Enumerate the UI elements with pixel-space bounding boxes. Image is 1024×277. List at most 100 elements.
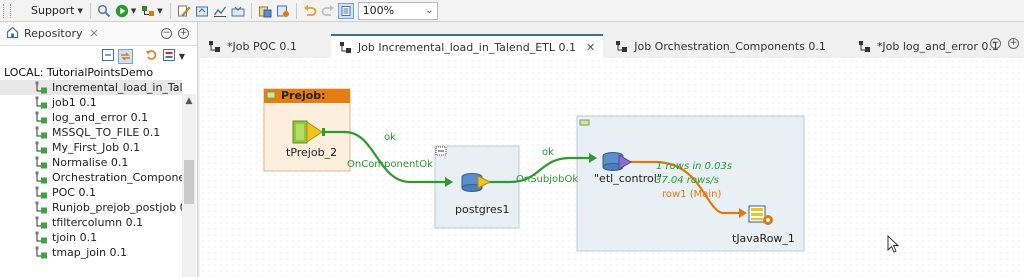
tree-item-label: Runjob_prejob_postjob 0.1 xyxy=(52,201,182,214)
tab-job-log-and-error[interactable]: *Job log_and_error 0.1 xyxy=(850,34,1007,58)
tree-item[interactable]: My_First_Job 0.1 xyxy=(0,140,182,155)
redo-icon[interactable] xyxy=(320,3,336,19)
tree-item-label: tmap_join 0.1 xyxy=(52,246,128,259)
tab-label: Job Incremental_load_in_Talend_ETL 0.1 xyxy=(357,40,576,54)
row-main-label: row1 (Main) xyxy=(662,189,722,200)
editor-tabs: *Job POC 0.1 Job Incremental_load_in_Tal… xyxy=(200,34,1024,58)
tree-item[interactable]: tmap_join 0.1 xyxy=(0,245,182,260)
job-icon xyxy=(339,41,351,53)
job-icon xyxy=(35,96,47,109)
close-icon[interactable]: ✕ xyxy=(90,27,99,40)
job-dropdown-chevron-icon[interactable]: ▼ xyxy=(157,7,162,15)
tree-item-label: job1 0.1 xyxy=(52,96,97,109)
chevron-down-icon: ▼ xyxy=(77,6,83,15)
tree-item[interactable]: Orchestration_Components xyxy=(0,170,182,185)
collapse-subjob-icon[interactable] xyxy=(266,91,276,99)
zoom-select[interactable]: 100% ⌄ xyxy=(357,1,438,20)
edit-icon[interactable] xyxy=(176,3,192,19)
job-icon[interactable] xyxy=(140,3,156,19)
tree-item[interactable]: Normalise 0.1 xyxy=(0,155,182,170)
repository-tree: Incremental_load_in_Talend job1 0.1 log_… xyxy=(0,80,197,260)
tree-item-label: My_First_Job 0.1 xyxy=(52,141,141,154)
toolbar-separator xyxy=(295,2,297,19)
onsubjobok-link-label: OnSubjobOk xyxy=(516,174,579,185)
perspective-switcher[interactable]: Support ▼ xyxy=(31,4,86,17)
tree-scrollbar[interactable]: ▲ xyxy=(182,94,196,277)
chart-icon[interactable] xyxy=(212,3,228,19)
job-icon xyxy=(35,231,47,244)
tree-item[interactable]: Incremental_load_in_Talend xyxy=(0,80,182,95)
job-icon xyxy=(35,186,47,199)
minimize-icon[interactable]: − xyxy=(990,38,1001,49)
repository-header: Repository ✕ − + xyxy=(0,22,197,46)
project-label: LOCAL: TutorialPointsDemo xyxy=(4,66,154,79)
link-editor-icon[interactable] xyxy=(117,48,133,64)
collapse-all-icon[interactable] xyxy=(101,48,115,65)
minimize-icon[interactable]: − xyxy=(161,28,172,39)
toolbar-grip[interactable] xyxy=(3,3,11,18)
search-icon[interactable] xyxy=(96,3,112,19)
undo-icon[interactable] xyxy=(302,3,318,19)
scrollbar-thumb[interactable] xyxy=(184,160,194,204)
tab-job-incremental-load[interactable]: Job Incremental_load_in_Talend_ETL 0.1 ✕ xyxy=(330,34,604,58)
tab-label: *Job POC 0.1 xyxy=(227,39,297,53)
tree-item-label: Orchestration_Components xyxy=(52,171,182,184)
tab-job-poc[interactable]: *Job POC 0.1 xyxy=(200,34,305,58)
tree-item-label: tfiltercolumn 0.1 xyxy=(52,216,144,229)
tree-item[interactable]: tjoin 0.1 xyxy=(0,230,182,245)
settings-icon[interactable] xyxy=(275,3,291,19)
zoom-value: 100% xyxy=(362,4,395,17)
import-icon[interactable] xyxy=(230,3,246,19)
tjavarow-label: tJavaRow_1 xyxy=(732,232,795,245)
tree-item[interactable]: POC 0.1 xyxy=(0,185,182,200)
tree-item[interactable]: Runjob_prejob_postjob 0.1 xyxy=(0,200,182,215)
filter-icon[interactable] xyxy=(162,48,176,65)
toolbar-separator xyxy=(89,2,91,19)
repository-icon xyxy=(6,26,19,42)
job-icon xyxy=(35,156,47,169)
collapse-subjob-icon[interactable] xyxy=(579,119,590,126)
main-toolbar: Support ▼ ▼ ▼ 100% ⌄ xyxy=(0,0,1024,22)
prejob-title: Prejob: xyxy=(281,89,326,102)
rows-rate-label: 37.04 rows/s xyxy=(655,175,720,186)
rows-processed-label: 1 rows in 0.03s xyxy=(656,161,733,172)
tree-item-label: log_and_error 0.1 xyxy=(52,111,149,124)
tree-item-label: Incremental_load_in_Talend xyxy=(52,81,182,94)
job-icon xyxy=(616,40,628,52)
job-icon xyxy=(35,171,47,184)
close-tab-icon[interactable]: ✕ xyxy=(586,41,595,54)
maximize-icon[interactable]: + xyxy=(178,28,189,39)
chevron-down-icon: ⌄ xyxy=(425,5,434,16)
mouse-cursor-icon xyxy=(887,234,900,253)
tree-item-label: Normalise 0.1 xyxy=(52,156,129,169)
database-icon[interactable] xyxy=(257,3,273,19)
job-icon xyxy=(209,40,220,52)
postgres-label: postgres1 xyxy=(455,203,510,216)
toggle-view-icon[interactable] xyxy=(337,2,354,19)
tree-item-label: POC 0.1 xyxy=(52,186,96,199)
job-icon xyxy=(35,216,47,229)
tree-item[interactable]: tfiltercolumn 0.1 xyxy=(0,215,182,230)
view-menu-chevron-icon[interactable]: ▼ xyxy=(179,52,185,61)
run-dropdown-chevron-icon[interactable]: ▼ xyxy=(131,7,136,15)
refresh-icon[interactable] xyxy=(145,48,159,65)
job-icon xyxy=(35,201,47,214)
tab-job-orchestration[interactable]: Job Orchestration_Components 0.1 xyxy=(607,34,834,58)
toolbar-separator xyxy=(169,2,171,19)
job-icon xyxy=(35,126,47,139)
job-icon xyxy=(35,141,47,154)
tree-item[interactable]: log_and_error 0.1 xyxy=(0,110,182,125)
etl-control-label: "etl_control" xyxy=(594,172,662,185)
job-design-canvas[interactable]: Prejob: tPrejob_2 postgres1 "etl_control… xyxy=(200,58,1024,277)
toolbar-separator xyxy=(250,2,252,19)
ok-link-label: ok xyxy=(384,132,396,143)
tree-item[interactable]: MSSQL_TO_FILE 0.1 xyxy=(0,125,182,140)
job-icon xyxy=(35,111,47,124)
scroll-up-icon[interactable]: ▲ xyxy=(182,94,196,108)
run-icon[interactable] xyxy=(114,3,130,19)
tree-item[interactable]: job1 0.1 xyxy=(0,95,182,110)
tab-label: *Job log_and_error 0.1 xyxy=(876,39,999,53)
maximize-icon[interactable]: + xyxy=(1008,38,1019,49)
export-icon[interactable] xyxy=(194,3,210,19)
job-icon xyxy=(858,40,870,52)
